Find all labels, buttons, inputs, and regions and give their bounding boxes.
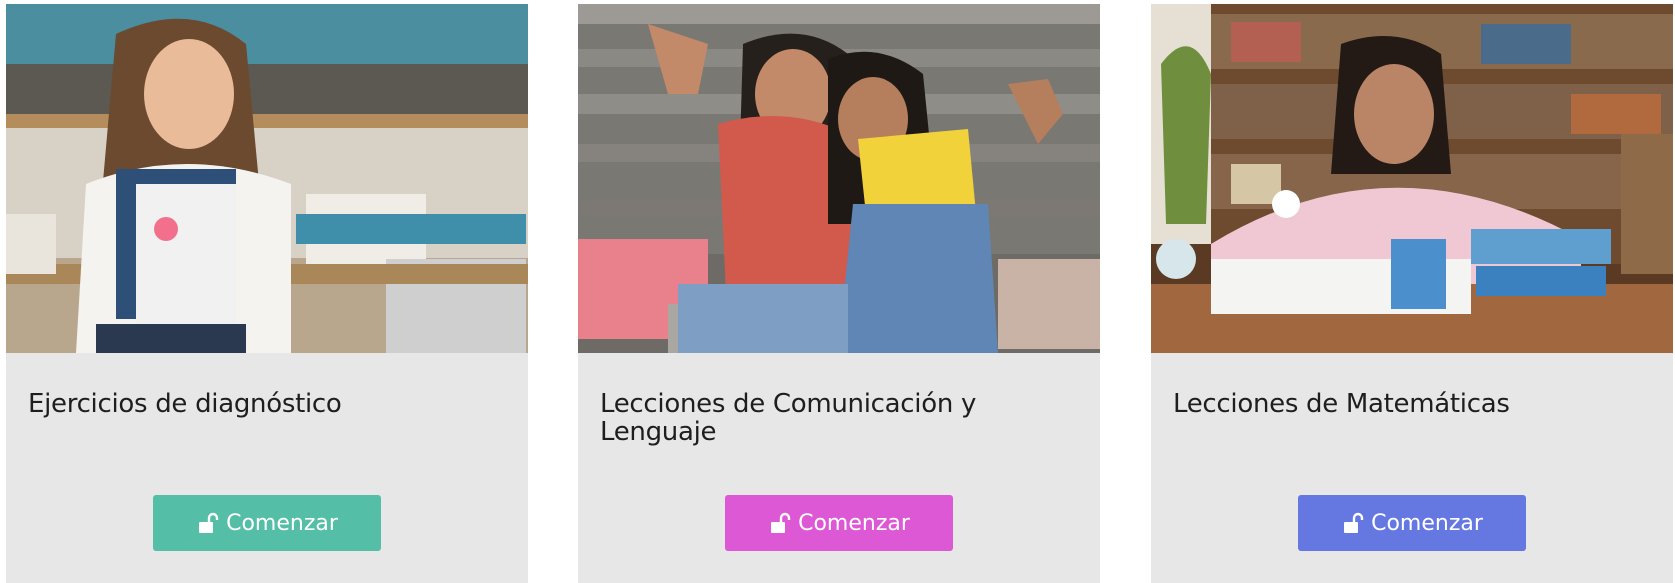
start-button-label: Comenzar: [226, 510, 338, 536]
start-button-label: Comenzar: [1371, 510, 1483, 536]
unlock-icon: [199, 512, 219, 533]
card-image: [1151, 4, 1673, 353]
card-image: [6, 4, 528, 353]
start-button-label: Comenzar: [798, 510, 910, 536]
card-title: Lecciones de Comunicación y Lenguaje: [600, 389, 977, 447]
unlock-icon: [1344, 512, 1364, 533]
card-title: Ejercicios de diagnóstico: [28, 389, 342, 419]
two-girls-peace-sign-photo: [578, 4, 1100, 353]
card-image: [578, 4, 1100, 353]
course-card-diagnostico: Ejercicios de diagnóstico Comenzar: [6, 4, 528, 583]
course-cards: Ejercicios de diagnóstico Comenzar Lecci…: [0, 0, 1675, 583]
girl-studying-at-desk-photo: [1151, 4, 1673, 353]
start-button[interactable]: Comenzar: [725, 495, 953, 551]
girl-holding-notebooks-photo: [6, 4, 528, 353]
start-button[interactable]: Comenzar: [1298, 495, 1526, 551]
course-card-matematicas: Lecciones de Matemáticas Comenzar: [1151, 4, 1673, 583]
course-card-comunicacion: Lecciones de Comunicación y Lenguaje Com…: [578, 4, 1100, 583]
unlock-icon: [771, 512, 791, 533]
start-button[interactable]: Comenzar: [153, 495, 381, 551]
card-title: Lecciones de Matemáticas: [1173, 389, 1510, 419]
